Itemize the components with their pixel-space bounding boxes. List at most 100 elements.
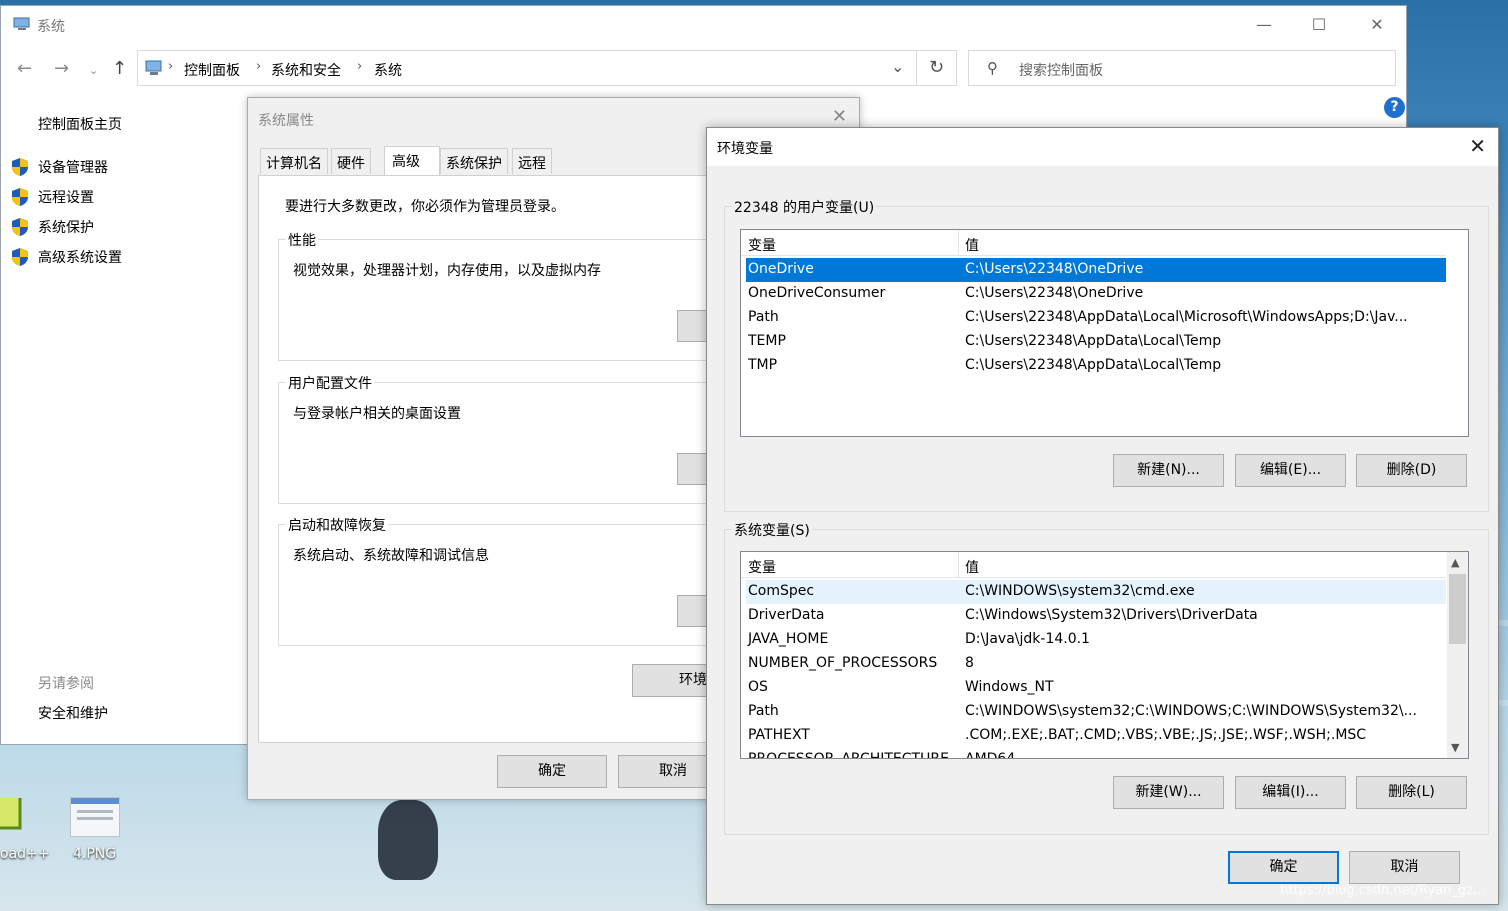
tab-advanced[interactable]: 高级 [384, 146, 440, 176]
sidebar-item-label: 高级系统设置 [38, 250, 122, 266]
scroll-thumb[interactable] [1449, 574, 1466, 644]
navigation-bar: ← → ⌄ ↑ › 控制面板 › 系统和安全 › 系统 ⌄ ↻ ⚲ 搜索控制面板 [1, 46, 1406, 90]
column-header-value[interactable]: 值 [965, 235, 979, 255]
variable-name: TMP [748, 357, 778, 373]
table-row[interactable]: PROCESSOR_ARCHITECTURE AMD64 [746, 748, 1446, 759]
maximize-button[interactable]: ☐ [1296, 10, 1342, 40]
refresh-icon[interactable]: ↻ [917, 50, 957, 86]
sidebar-item-system-protection[interactable]: 系统保护 [11, 217, 94, 239]
table-row[interactable]: Path C:\WINDOWS\system32;C:\WINDOWS;C:\W… [746, 700, 1446, 724]
table-row[interactable]: TMP C:\Users\22348\AppData\Local\Temp [746, 354, 1446, 378]
security-maintenance-link[interactable]: 安全和维护 [38, 703, 108, 723]
variable-name: NUMBER_OF_PROCESSORS [748, 655, 938, 671]
table-row[interactable]: NUMBER_OF_PROCESSORS 8 [746, 652, 1446, 676]
title-bar: 环境变量 ✕ [707, 128, 1498, 166]
ok-button[interactable]: 确定 [497, 755, 607, 788]
sidebar-item-advanced-settings[interactable]: 高级系统设置 [11, 247, 122, 269]
scroll-down-icon[interactable]: ▼ [1451, 741, 1459, 754]
table-row[interactable]: Path C:\Users\22348\AppData\Local\Micros… [746, 306, 1446, 330]
address-bar[interactable]: › 控制面板 › 系统和安全 › 系统 ⌄ [137, 50, 917, 86]
chevron-down-icon[interactable]: ⌄ [891, 57, 904, 76]
system-edit-button[interactable]: 编辑(I)... [1235, 776, 1346, 809]
shield-icon [11, 157, 29, 177]
group-title: 用户配置文件 [286, 373, 374, 393]
breadcrumb-item[interactable]: 系统和安全 [271, 60, 341, 80]
startup-recovery-settings-button[interactable] [677, 595, 707, 627]
forward-arrow-icon[interactable]: → [54, 58, 69, 79]
table-row[interactable]: DriverData C:\Windows\System32\Drivers\D… [746, 604, 1446, 628]
breadcrumb-item[interactable]: 系统 [374, 60, 402, 80]
ok-button[interactable]: 确定 [1228, 851, 1339, 884]
user-profiles-settings-button[interactable] [677, 453, 707, 485]
window-title: 系统 [37, 19, 65, 35]
table-row[interactable]: PATHEXT .COM;.EXE;.BAT;.CMD;.VBS;.VBE;.J… [746, 724, 1446, 748]
table-row[interactable]: OS Windows_NT [746, 676, 1446, 700]
scroll-up-icon[interactable]: ▲ [1451, 556, 1459, 569]
table-row[interactable]: OneDrive C:\Users\22348\OneDrive [746, 258, 1446, 282]
desktop-icon-label[interactable]: 4.PNG [73, 846, 116, 862]
tab-system-protection[interactable]: 系统保护 [440, 148, 508, 174]
chevron-right-icon: › [357, 59, 363, 74]
variable-value: D:\Java\jdk-14.0.1 [965, 631, 1090, 647]
list-header: 变量 值 [741, 230, 1446, 256]
table-row[interactable]: TEMP C:\Users\22348\AppData\Local\Temp [746, 330, 1446, 354]
desktop-icon-label[interactable]: oad++ [0, 846, 50, 862]
tab-remote[interactable]: 远程 [512, 148, 552, 174]
variable-value: Windows_NT [965, 679, 1054, 695]
variable-name: Path [748, 703, 779, 719]
search-placeholder: 搜索控制面板 [1019, 63, 1103, 79]
close-icon[interactable]: ✕ [832, 106, 847, 127]
breadcrumb-item[interactable]: 控制面板 [184, 60, 240, 80]
up-arrow-icon[interactable]: ↑ [112, 58, 127, 79]
close-icon[interactable]: ✕ [1469, 134, 1486, 158]
group-description: 与登录帐户相关的桌面设置 [293, 406, 461, 422]
user-delete-button[interactable]: 删除(D) [1356, 454, 1467, 487]
table-row[interactable]: OneDriveConsumer C:\Users\22348\OneDrive [746, 282, 1446, 306]
variable-name: ComSpec [748, 583, 815, 599]
variable-name: JAVA_HOME [748, 631, 829, 647]
column-header-value[interactable]: 值 [965, 557, 979, 577]
table-row[interactable]: JAVA_HOME D:\Java\jdk-14.0.1 [746, 628, 1446, 652]
tab-computer-name[interactable]: 计算机名 [260, 148, 328, 174]
sidebar-item-remote-settings[interactable]: 远程设置 [11, 187, 94, 209]
user-new-button[interactable]: 新建(N)... [1113, 454, 1224, 487]
back-arrow-icon[interactable]: ← [17, 58, 32, 79]
system-variables-list[interactable]: 变量 值 ComSpec C:\WINDOWS\system32\cmd.exe… [740, 551, 1469, 759]
system-new-button[interactable]: 新建(W)... [1113, 776, 1224, 809]
column-header-name[interactable]: 变量 [748, 235, 776, 255]
search-icon: ⚲ [987, 59, 998, 77]
tab-hardware[interactable]: 硬件 [331, 148, 371, 174]
minimize-button[interactable]: — [1241, 10, 1287, 40]
user-variables-list[interactable]: 变量 值 OneDrive C:\Users\22348\OneDrive On… [740, 229, 1469, 437]
performance-settings-button[interactable] [677, 310, 707, 342]
help-icon[interactable]: ? [1384, 97, 1405, 118]
system-delete-button[interactable]: 删除(L) [1356, 776, 1467, 809]
notepadpp-icon[interactable] [0, 790, 24, 834]
variable-name: OneDrive [748, 261, 814, 277]
column-header-name[interactable]: 变量 [748, 557, 776, 577]
user-edit-button[interactable]: 编辑(E)... [1235, 454, 1346, 487]
variable-name: OS [748, 679, 768, 695]
sidebar-home-link[interactable]: 控制面板主页 [38, 114, 122, 134]
group-title: 22348 的用户变量(U) [732, 197, 877, 217]
variable-value: C:\Windows\System32\Drivers\DriverData [965, 607, 1258, 623]
png-file-icon[interactable] [70, 797, 120, 837]
search-field[interactable]: ⚲ 搜索控制面板 [968, 50, 1396, 86]
variable-name: Path [748, 309, 779, 325]
variable-value: C:\Users\22348\AppData\Local\Microsoft\W… [965, 309, 1408, 325]
list-header: 变量 值 [741, 552, 1446, 578]
vertical-scrollbar[interactable]: ▲ ▼ [1447, 552, 1468, 758]
variable-value: AMD64 [965, 751, 1016, 759]
cancel-button[interactable]: 取消 [1349, 851, 1460, 884]
column-divider[interactable] [958, 552, 959, 578]
see-also-heading: 另请参阅 [38, 676, 94, 692]
table-row[interactable]: ComSpec C:\WINDOWS\system32\cmd.exe [746, 580, 1446, 604]
variable-name: OneDriveConsumer [748, 285, 886, 301]
recent-dropdown-icon[interactable]: ⌄ [89, 64, 98, 77]
column-divider[interactable] [958, 230, 959, 256]
chevron-right-icon: › [168, 59, 174, 74]
variable-value: C:\Users\22348\OneDrive [965, 285, 1144, 301]
admin-note: 要进行大多数更改，你必须作为管理员登录。 [285, 199, 565, 215]
close-button[interactable]: ✕ [1354, 10, 1400, 40]
sidebar-item-device-manager[interactable]: 设备管理器 [11, 157, 108, 179]
